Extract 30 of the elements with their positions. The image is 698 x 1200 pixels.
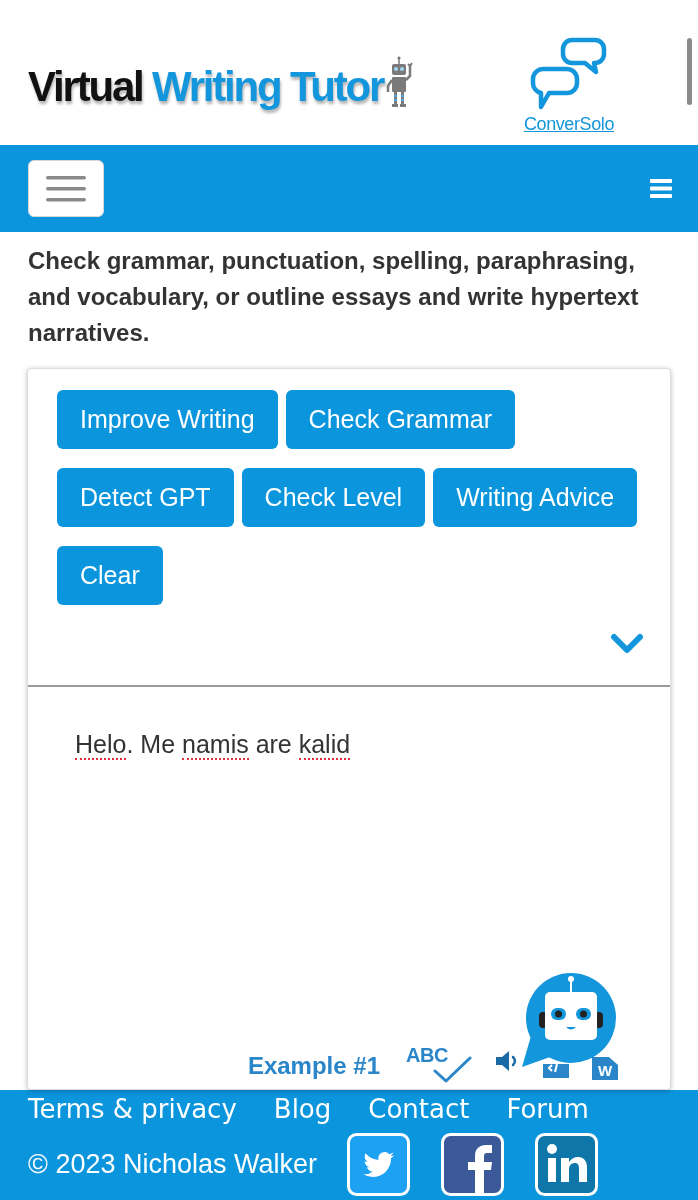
- copyright-text: © 2023 Nicholas Walker: [28, 1148, 317, 1181]
- linkedin-icon[interactable]: [535, 1133, 598, 1196]
- footer-link[interactable]: Contact: [368, 1094, 470, 1126]
- action-button[interactable]: Check Level: [241, 468, 426, 527]
- action-button[interactable]: Writing Advice: [433, 468, 638, 527]
- robot-icon: [385, 56, 414, 108]
- example-link[interactable]: Example #1: [247, 1052, 380, 1079]
- code-file-icon[interactable]: [543, 1064, 569, 1078]
- word-export-button[interactable]: W: [592, 1057, 618, 1080]
- scrollbar-thumb[interactable]: [687, 38, 692, 105]
- action-button[interactable]: Clear: [57, 546, 163, 605]
- spellcheck-button[interactable]: ABC: [406, 1045, 472, 1083]
- chevron-down-icon[interactable]: [610, 633, 644, 654]
- essay-input-field[interactable]: Helo. Me namis are kalid: [28, 687, 670, 1045]
- menu-icon[interactable]: [650, 179, 672, 198]
- menu-icon: [46, 175, 86, 202]
- intro-text: Check grammar, punctuation, spelling, paraphrasing, and vocabulary, or outline essays and write hypertext narratives.: [27, 246, 640, 348]
- speech-bubbles-icon[interactable]: [529, 36, 608, 112]
- logo-text[interactable]: Virtual Writing Tutor: [28, 63, 384, 110]
- footer-link[interactable]: Forum: [506, 1094, 589, 1126]
- twitter-icon[interactable]: [347, 1133, 410, 1196]
- conversolo-link[interactable]: ConverSolo: [523, 115, 614, 135]
- speaker-icon[interactable]: [496, 1049, 517, 1073]
- footer-link[interactable]: Blog: [273, 1094, 332, 1126]
- menu-toggle-button[interactable]: [28, 160, 104, 217]
- action-button[interactable]: Improve Writing: [57, 390, 278, 449]
- action-button[interactable]: Detect GPT: [57, 468, 234, 527]
- action-button[interactable]: Check Grammar: [285, 390, 515, 449]
- facebook-icon[interactable]: [441, 1133, 504, 1196]
- footer-link[interactable]: Terms & privacy: [28, 1094, 237, 1126]
